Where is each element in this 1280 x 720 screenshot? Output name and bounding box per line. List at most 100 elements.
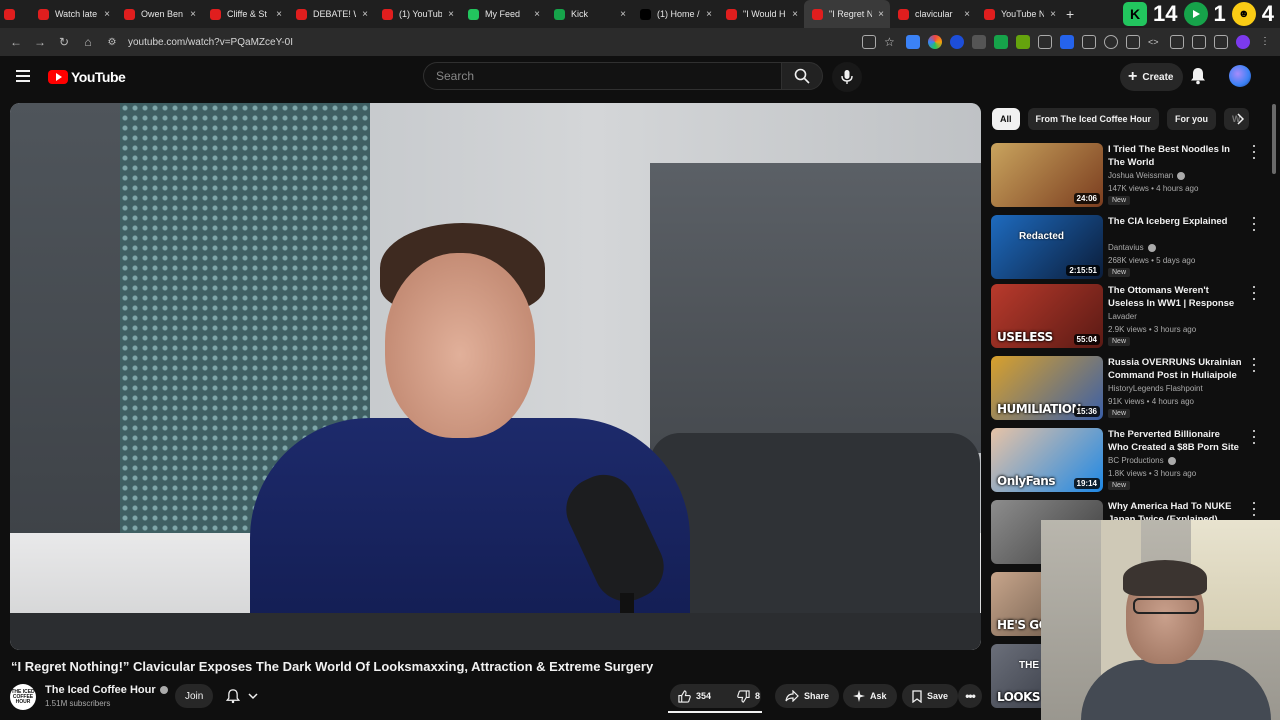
extension-green-icon[interactable] — [994, 35, 1008, 49]
more-vertical-icon[interactable] — [1251, 358, 1257, 372]
reload-icon[interactable]: ↻ — [52, 30, 76, 54]
tab-close-icon[interactable]: × — [448, 9, 454, 20]
browser-tab[interactable] — [0, 0, 30, 28]
tab-close-icon[interactable]: × — [190, 9, 196, 20]
tab-close-icon[interactable]: × — [878, 9, 884, 20]
recommended-video[interactable]: HUMILIATION 15:36 Russia OVERRUNS Ukrainia… — [991, 356, 1261, 420]
recommended-video[interactable]: OnlyFans 19:14 The Perverted Billionaire W… — [991, 428, 1261, 492]
video-thumbnail[interactable]: Redacted 2:15:51 — [991, 215, 1103, 279]
browser-tab[interactable]: (1) Home / × — [632, 0, 718, 28]
browser-tab[interactable]: Cliffe & St × — [202, 0, 288, 28]
tab-close-icon[interactable]: × — [792, 9, 798, 20]
puzzle-icon[interactable] — [1082, 35, 1096, 49]
more-vertical-icon[interactable] — [1251, 286, 1257, 300]
recommended-video-title[interactable]: The Perverted Billionaire Who Created a … — [1108, 428, 1243, 454]
bookmark-star-icon[interactable]: ☆ — [884, 35, 898, 49]
recommended-video[interactable]: 24:06 I Tried The Best Noodles In The Wor… — [991, 143, 1261, 207]
video-thumbnail[interactable]: USELESS 55:04 — [991, 284, 1103, 348]
extension-dot-icon[interactable] — [950, 35, 964, 49]
extension-blue-icon[interactable] — [906, 35, 920, 49]
recommended-channel-name[interactable]: Lavader — [1108, 312, 1137, 321]
tab-close-icon[interactable]: × — [276, 9, 282, 20]
more-actions-button[interactable]: ••• — [958, 684, 982, 708]
browser-tab[interactable]: DEBATE! W × — [288, 0, 374, 28]
media-icon[interactable] — [1214, 35, 1228, 49]
youtube-logo[interactable]: YouTube — [48, 69, 126, 85]
voice-search-button[interactable] — [832, 62, 862, 92]
account-avatar[interactable] — [1229, 65, 1251, 87]
recommended-video[interactable]: Redacted 2:15:51 The CIA Iceberg Explained… — [991, 215, 1261, 279]
back-icon[interactable]: ← — [4, 30, 28, 54]
subscription-bell-button[interactable] — [222, 684, 272, 708]
share-button[interactable]: Share — [775, 684, 840, 708]
more-vertical-icon[interactable] — [1251, 145, 1257, 159]
browser-tab[interactable]: "I Would H × — [718, 0, 804, 28]
browser-tab[interactable]: Watch late × — [30, 0, 116, 28]
reading-list-icon[interactable] — [1170, 35, 1184, 49]
recommended-channel-name[interactable]: BC Productions — [1108, 456, 1176, 465]
recommended-channel-name[interactable]: Dantavius — [1108, 243, 1156, 252]
new-tab-icon[interactable]: + — [1066, 6, 1074, 22]
ask-button[interactable]: Ask — [843, 684, 897, 708]
browser-tab[interactable]: Kick × — [546, 0, 632, 28]
filter-chip[interactable]: All — [992, 108, 1020, 130]
dislike-button[interactable]: 8 — [729, 684, 768, 708]
more-vertical-icon[interactable] — [1251, 217, 1257, 231]
browser-tab[interactable]: clavicular × — [890, 0, 976, 28]
browser-tab[interactable]: My Feed × — [460, 0, 546, 28]
create-button[interactable]: + Create — [1120, 63, 1184, 91]
extension-multicolor-icon[interactable] — [928, 35, 942, 49]
menu-icon[interactable] — [16, 70, 30, 82]
extension-lime-icon[interactable] — [1016, 35, 1030, 49]
more-vertical-icon[interactable] — [1251, 502, 1257, 516]
filter-chip[interactable]: For you — [1167, 108, 1217, 130]
like-button[interactable]: 354 — [670, 684, 719, 708]
video-player[interactable] — [10, 103, 981, 650]
browser-tab[interactable]: "I Regret N × — [804, 0, 890, 28]
tab-close-icon[interactable]: × — [104, 9, 110, 20]
join-button[interactable]: Join — [175, 684, 214, 708]
cast-icon[interactable] — [862, 35, 876, 49]
sidebar-scrollbar[interactable] — [1272, 100, 1278, 280]
history-icon[interactable] — [1104, 35, 1118, 49]
browser-tab[interactable]: Owen Ben × — [116, 0, 202, 28]
notifications-icon[interactable] — [1190, 67, 1206, 90]
more-vertical-icon[interactable] — [1251, 430, 1257, 444]
tab-close-icon[interactable]: × — [534, 9, 540, 20]
video-thumbnail[interactable]: HUMILIATION 15:36 — [991, 356, 1103, 420]
extension-gray-icon[interactable] — [972, 35, 986, 49]
extension-translate-icon[interactable] — [1060, 35, 1074, 49]
tab-close-icon[interactable]: × — [964, 9, 970, 20]
chevron-right-icon[interactable] — [1236, 112, 1245, 130]
recommended-channel-name[interactable]: Joshua Weissman — [1108, 171, 1186, 180]
tab-close-icon[interactable]: × — [706, 9, 712, 20]
recommended-video-title[interactable]: I Tried The Best Noodles In The World — [1108, 143, 1243, 169]
search-button[interactable] — [781, 62, 823, 90]
profile-avatar-icon[interactable] — [1236, 35, 1250, 49]
recommended-video-title[interactable]: The CIA Iceberg Explained — [1108, 215, 1243, 228]
home-icon[interactable]: ⌂ — [76, 30, 100, 54]
tab-close-icon[interactable]: × — [362, 9, 368, 20]
url-field[interactable]: youtube.com/watch?v=PQaMZceY-0I — [128, 37, 862, 48]
filter-chip[interactable]: From The Iced Coffee Hour — [1027, 108, 1160, 130]
browser-menu-icon[interactable]: ⋮ — [1258, 35, 1272, 49]
video-thumbnail[interactable]: OnlyFans 19:14 — [991, 428, 1103, 492]
recommended-video-title[interactable]: Russia OVERRUNS Ukrainian Command Post i… — [1108, 356, 1243, 382]
channel-name[interactable]: The Iced Coffee Hour — [45, 684, 168, 696]
tab-close-icon[interactable]: × — [620, 9, 626, 20]
search-input[interactable] — [436, 69, 781, 83]
devtools-icon[interactable]: <> — [1148, 35, 1162, 49]
browser-tab[interactable]: YouTube N × — [976, 0, 1062, 28]
site-info-icon[interactable]: ⚙ — [100, 30, 124, 54]
scrollbar-thumb[interactable] — [1272, 104, 1276, 174]
browser-tab[interactable]: (1) YouTub × — [374, 0, 460, 28]
recommended-video-title[interactable]: The Ottomans Weren't Useless In WW1 | Re… — [1108, 284, 1243, 310]
recommended-channel-name[interactable]: HistoryLegends Flashpoint — [1108, 384, 1203, 393]
save-button[interactable]: Save — [902, 684, 959, 708]
sidepanel-icon[interactable] — [1192, 35, 1206, 49]
tab-close-icon[interactable]: × — [1050, 9, 1056, 20]
channel-avatar[interactable]: THE ICED COFFEE HOUR — [10, 684, 36, 710]
recommended-video[interactable]: USELESS 55:04 The Ottomans Weren't Useless… — [991, 284, 1261, 348]
tab-search-icon[interactable] — [1126, 35, 1140, 49]
extension-window-icon[interactable] — [1038, 35, 1052, 49]
